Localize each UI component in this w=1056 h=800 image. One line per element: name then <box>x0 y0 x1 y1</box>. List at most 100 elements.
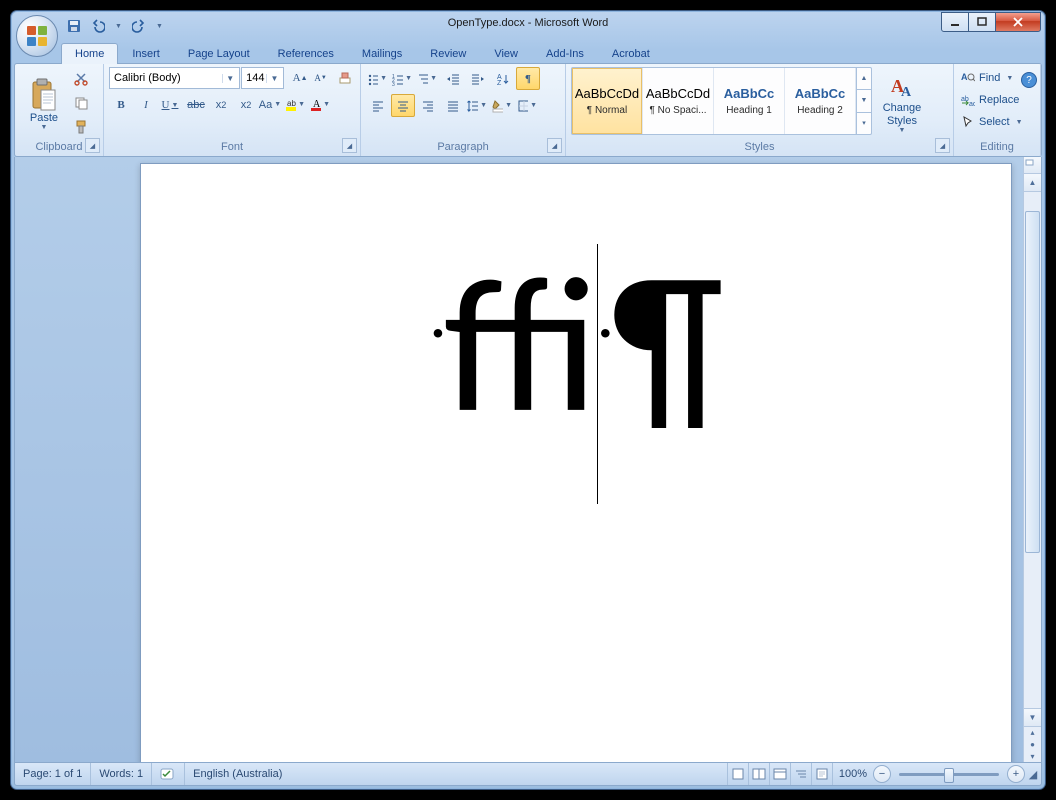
shrink-font-icon[interactable]: A▼ <box>311 68 331 88</box>
scroll-up[interactable]: ▲ <box>1023 173 1042 192</box>
align-left-button[interactable] <box>366 94 390 117</box>
shading-button[interactable]: ▼ <box>491 94 515 117</box>
resize-grip[interactable]: ◢ <box>1025 768 1041 781</box>
scroll-down[interactable]: ▼ <box>1023 708 1042 727</box>
gallery-more[interactable]: ▾ <box>857 113 871 134</box>
zoom-in-button[interactable]: + <box>1007 765 1025 783</box>
tab-references[interactable]: References <box>264 43 348 64</box>
clipboard-launcher[interactable]: ◢ <box>85 138 100 153</box>
ribbon-tabs: Home Insert Page Layout References Maili… <box>11 39 1045 63</box>
change-styles-button[interactable]: AA Change Styles ▼ <box>875 67 929 141</box>
replace-button[interactable]: abac Replace <box>959 90 1035 110</box>
status-page[interactable]: Page: 1 of 1 <box>15 763 91 785</box>
style-heading-1[interactable]: AaBbCc Heading 1 <box>714 68 785 134</box>
svg-text:ab: ab <box>287 99 296 108</box>
undo-icon[interactable] <box>89 17 107 35</box>
paste-button[interactable]: Paste ▼ <box>20 67 68 141</box>
browse-object-button[interactable]: ● <box>1024 738 1041 750</box>
show-marks-button[interactable]: ¶ <box>516 67 540 90</box>
justify-button[interactable] <box>441 94 465 117</box>
view-outline[interactable] <box>790 763 811 785</box>
scroll-track[interactable] <box>1024 191 1041 709</box>
paragraph-launcher[interactable]: ◢ <box>547 138 562 153</box>
app-window: ▼ ▼ OpenType.docx - Microsoft Word Home … <box>10 10 1046 790</box>
style-heading-2[interactable]: AaBbCc Heading 2 <box>785 68 856 134</box>
highlight-button[interactable]: ab▼ <box>284 93 308 116</box>
sort-button[interactable]: AZ <box>491 67 515 90</box>
status-proof[interactable] <box>152 763 185 785</box>
gallery-scroll: ▲ ▼ ▾ <box>856 68 871 134</box>
paragraph-label: Paragraph <box>437 141 488 153</box>
status-words[interactable]: Words: 1 <box>91 763 152 785</box>
borders-button[interactable]: ▼ <box>516 94 540 117</box>
qat-customize-chevron[interactable]: ▼ <box>154 23 165 30</box>
tab-add-ins[interactable]: Add-Ins <box>532 43 598 64</box>
align-right-button[interactable] <box>416 94 440 117</box>
subscript-button[interactable]: x2 <box>209 93 233 116</box>
tab-view[interactable]: View <box>480 43 532 64</box>
grow-font-icon[interactable]: A▲ <box>290 68 310 88</box>
change-styles-icon: AA <box>888 74 916 102</box>
view-web-layout[interactable] <box>769 763 790 785</box>
gallery-up[interactable]: ▲ <box>857 68 871 90</box>
view-print-layout[interactable] <box>727 763 748 785</box>
view-full-screen[interactable] <box>748 763 769 785</box>
font-launcher[interactable]: ◢ <box>342 138 357 153</box>
select-button[interactable]: Select▼ <box>959 112 1035 132</box>
redo-icon[interactable] <box>130 17 148 35</box>
page[interactable]: ·ﬃ·¶ <box>140 163 1012 762</box>
underline-button[interactable]: U▼ <box>159 93 183 116</box>
clear-format-icon[interactable] <box>335 68 355 88</box>
format-painter-icon[interactable] <box>71 117 91 137</box>
tab-insert[interactable]: Insert <box>118 43 174 64</box>
scroll-thumb[interactable] <box>1025 211 1040 553</box>
undo-chevron[interactable]: ▼ <box>113 23 124 30</box>
styles-launcher[interactable]: ◢ <box>935 138 950 153</box>
strike-button[interactable]: abc <box>184 93 208 116</box>
svg-text:3: 3 <box>392 82 395 86</box>
status-language[interactable]: English (Australia) <box>185 763 290 785</box>
indent-right-button[interactable] <box>466 67 490 90</box>
zoom-slider[interactable] <box>899 773 999 776</box>
font-name-combo[interactable]: Calibri (Body)▼ <box>109 67 240 89</box>
line-spacing-button[interactable]: ▼ <box>466 94 490 117</box>
window-buttons <box>942 12 1041 32</box>
copy-icon[interactable] <box>71 93 91 113</box>
window-title: OpenType.docx - Microsoft Word <box>11 17 1045 29</box>
tab-review[interactable]: Review <box>416 43 480 64</box>
bullets-button[interactable]: ▼ <box>366 67 390 90</box>
find-button[interactable]: A Find▼ <box>959 68 1035 88</box>
prev-page-button[interactable]: ▴ <box>1024 726 1041 738</box>
font-size-combo[interactable]: 144▼ <box>241 67 284 89</box>
change-case-button[interactable]: Aa▼ <box>259 93 283 116</box>
tab-acrobat[interactable]: Acrobat <box>598 43 664 64</box>
zoom-knob[interactable] <box>944 768 954 783</box>
font-color-button[interactable]: A▼ <box>309 93 333 116</box>
superscript-button[interactable]: x2 <box>234 93 258 116</box>
group-clipboard: Paste ▼ Clipboard◢ <box>15 64 104 156</box>
style-normal[interactable]: AaBbCcDd ¶ Normal <box>572 68 643 134</box>
save-icon[interactable] <box>65 17 83 35</box>
gallery-down[interactable]: ▼ <box>857 90 871 112</box>
tab-page-layout[interactable]: Page Layout <box>174 43 264 64</box>
bold-button[interactable]: B <box>109 93 133 116</box>
numbering-button[interactable]: 123▼ <box>391 67 415 90</box>
next-page-button[interactable]: ▾ <box>1024 750 1041 762</box>
minimize-button[interactable] <box>941 12 969 32</box>
style-no-spacing[interactable]: AaBbCcDd ¶ No Spaci... <box>643 68 714 134</box>
indent-left-button[interactable] <box>441 67 465 90</box>
office-button[interactable] <box>16 15 58 57</box>
cut-icon[interactable] <box>71 69 91 89</box>
zoom-level[interactable]: 100% <box>832 763 873 785</box>
clipboard-label: Clipboard <box>35 141 82 153</box>
view-draft[interactable] <box>811 763 832 785</box>
italic-button[interactable]: I <box>134 93 158 116</box>
zoom-out-button[interactable]: − <box>873 765 891 783</box>
tab-home[interactable]: Home <box>61 43 118 64</box>
align-center-button[interactable] <box>391 94 415 117</box>
document-area: ·ﬃ·¶ ▲ ▼ ▴ ● ▾ <box>14 157 1042 762</box>
tab-mailings[interactable]: Mailings <box>348 43 416 64</box>
maximize-button[interactable] <box>968 12 996 32</box>
multilevel-button[interactable]: ▼ <box>416 67 440 90</box>
close-button[interactable] <box>995 12 1041 32</box>
